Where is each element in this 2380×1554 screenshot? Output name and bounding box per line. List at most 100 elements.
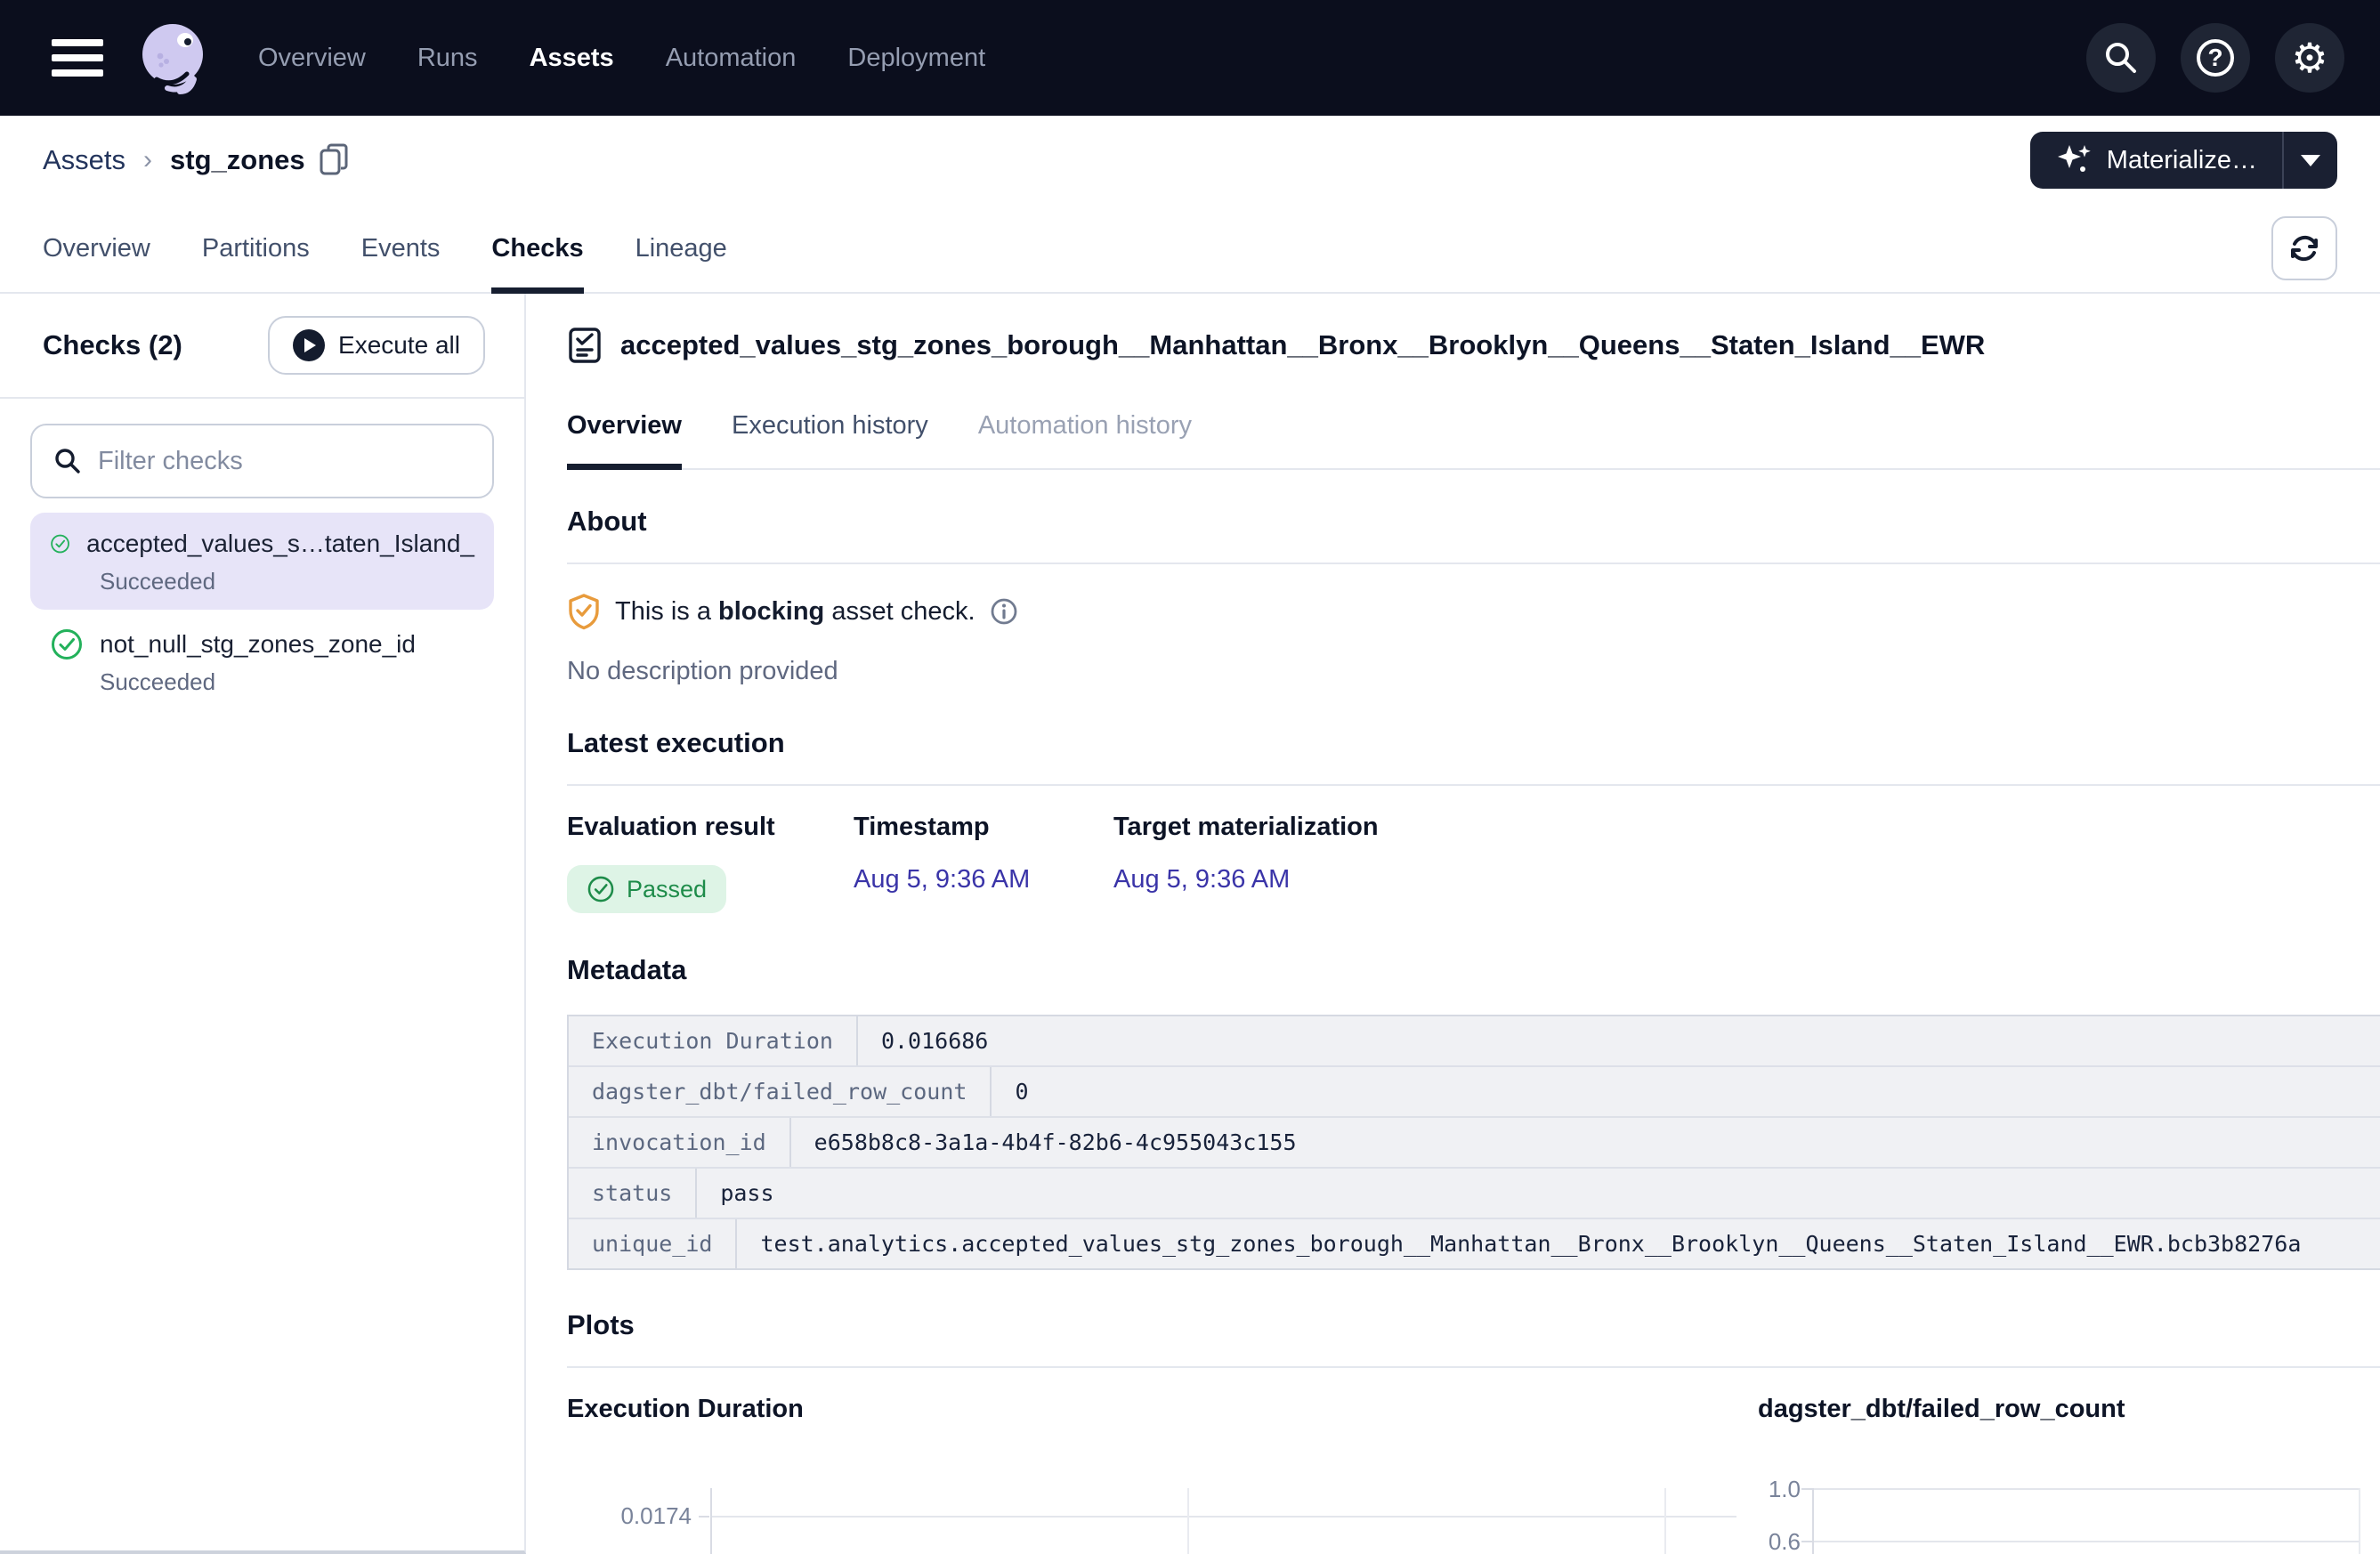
metadata-key: unique_id (569, 1219, 737, 1268)
tab-events[interactable]: Events (361, 205, 441, 292)
breadcrumb-separator: › (143, 145, 152, 175)
check-detail-panel: accepted_values_stg_zones_borough__Manha… (526, 294, 2380, 1554)
gridline (2359, 1488, 2360, 1554)
page-title: stg_zones (170, 144, 305, 176)
metadata-key: status (569, 1169, 697, 1218)
refresh-button[interactable] (2271, 216, 2337, 280)
check-list-item-not-null[interactable]: not_null_stg_zones_zone_id Succeeded (30, 613, 494, 710)
y-axis-tick-label: 1.0 (1736, 1476, 1801, 1503)
target-materialization-link[interactable]: Aug 5, 9:36 AM (1113, 865, 1290, 894)
checks-sidebar: Checks (2) Execute all (0, 294, 526, 1554)
shield-check-icon (567, 593, 601, 630)
info-icon[interactable] (990, 597, 1018, 626)
materialize-label: Materialize… (2107, 146, 2257, 175)
metadata-table: Execution Duration 0.016686 dagster_dbt/… (567, 1015, 2380, 1270)
metadata-value: test.analytics.accepted_values_stg_zones… (737, 1219, 2380, 1268)
top-nav: Overview Runs Assets Automation Deployme… (0, 0, 2380, 116)
check-name: accepted_values_s…taten_Island_ (86, 530, 474, 558)
dagster-logo-icon[interactable] (137, 20, 212, 95)
metadata-key: Execution Duration (569, 1016, 858, 1065)
check-circle-icon (50, 627, 84, 661)
check-name: not_null_stg_zones_zone_id (100, 630, 416, 659)
hamburger-menu-icon[interactable] (52, 39, 103, 77)
y-axis-line (1812, 1488, 1814, 1554)
copy-icon (320, 143, 350, 177)
tab-checks[interactable]: Checks (491, 205, 583, 292)
table-row: unique_id test.analytics.accepted_values… (569, 1219, 2380, 1268)
gridline (1814, 1541, 2360, 1542)
target-materialization-label: Target materialization (1113, 813, 2380, 842)
table-row: status pass (569, 1169, 2380, 1219)
nav-item-assets[interactable]: Assets (530, 44, 614, 73)
materialize-dropdown-button[interactable] (2284, 132, 2337, 189)
settings-button[interactable]: ⚙ (2275, 23, 2344, 93)
breadcrumb-assets-link[interactable]: Assets (43, 144, 125, 176)
check-circle-icon (50, 527, 70, 561)
tab-check-overview[interactable]: Overview (567, 406, 682, 468)
help-button[interactable]: ? (2181, 23, 2250, 93)
materialize-button[interactable]: Materialize… (2030, 132, 2337, 189)
gridline (1814, 1488, 2360, 1490)
blocking-note: This is a blocking asset check. (567, 593, 2380, 630)
evaluation-result-label: Evaluation result (567, 813, 854, 842)
help-icon: ? (2197, 39, 2234, 77)
chart-title: Execution Duration (567, 1395, 1736, 1424)
metadata-key: invocation_id (569, 1118, 791, 1167)
gridline (712, 1516, 1736, 1518)
search-icon (2101, 38, 2141, 77)
check-status: Succeeded (100, 568, 474, 595)
search-button[interactable] (2086, 23, 2156, 93)
tab-lineage[interactable]: Lineage (635, 205, 727, 292)
timestamp-link[interactable]: Aug 5, 9:36 AM (854, 865, 1030, 894)
nav-item-runs[interactable]: Runs (417, 44, 478, 73)
y-axis-tick-label: 0.0174 (567, 1502, 692, 1530)
execution-duration-chart: Execution Duration 0.0174 (567, 1395, 1736, 1554)
checks-count-heading: Checks (2) (43, 329, 182, 361)
gridline (1664, 1488, 1666, 1554)
latest-execution-heading: Latest execution (567, 727, 2380, 786)
filter-checks-input[interactable] (98, 447, 471, 476)
top-nav-items: Overview Runs Assets Automation Deployme… (258, 44, 985, 73)
failed-row-count-chart: dagster_dbt/failed_row_count 1.0 0.6 (1736, 1395, 2380, 1554)
y-axis-line (710, 1488, 712, 1554)
blocking-text-prefix: This is a (615, 597, 718, 626)
blocking-text-bold: blocking (718, 597, 824, 626)
plots-heading: Plots (567, 1309, 2380, 1368)
copy-button[interactable] (320, 143, 350, 177)
passed-badge: Passed (567, 865, 726, 913)
refresh-icon (2286, 230, 2323, 267)
metadata-value: 0 (992, 1067, 2380, 1116)
execute-all-button[interactable]: Execute all (268, 316, 485, 375)
nav-item-overview[interactable]: Overview (258, 44, 366, 73)
y-axis-tick-label: 0.6 (1736, 1528, 1801, 1554)
tab-execution-history[interactable]: Execution history (732, 406, 928, 468)
table-row: invocation_id e658b8c8-3a1a-4b4f-82b6-4c… (569, 1118, 2380, 1169)
asset-tabs-row: Overview Partitions Events Checks Lineag… (0, 205, 2380, 294)
timestamp-label: Timestamp (854, 813, 1113, 842)
nav-item-automation[interactable]: Automation (666, 44, 797, 73)
chart-title: dagster_dbt/failed_row_count (1736, 1395, 2380, 1424)
check-list-item-accepted-values[interactable]: accepted_values_s…taten_Island_ Succeede… (30, 513, 494, 610)
metadata-key: dagster_dbt/failed_row_count (569, 1067, 992, 1116)
tab-automation-history[interactable]: Automation history (978, 406, 1192, 468)
passed-label: Passed (627, 876, 707, 903)
table-row: Execution Duration 0.016686 (569, 1016, 2380, 1067)
check-title: accepted_values_stg_zones_borough__Manha… (620, 329, 1985, 361)
about-heading: About (567, 506, 2380, 564)
gridline (1187, 1488, 1189, 1554)
breadcrumb-row: Assets › stg_zones Materialize… (0, 116, 2380, 205)
blocking-text-suffix: asset check. (824, 597, 975, 626)
check-status: Succeeded (100, 668, 474, 696)
tab-overview[interactable]: Overview (43, 205, 150, 292)
play-icon (293, 329, 325, 361)
filter-checks-box (30, 424, 494, 498)
metadata-value: 0.016686 (858, 1016, 2380, 1065)
check-detail-tabs: Overview Execution history Automation hi… (567, 406, 2380, 470)
nav-item-deployment[interactable]: Deployment (847, 44, 985, 73)
check-circle-icon (587, 875, 615, 903)
tab-partitions[interactable]: Partitions (202, 205, 310, 292)
table-row: dagster_dbt/failed_row_count 0 (569, 1067, 2380, 1118)
metadata-value: e658b8c8-3a1a-4b4f-82b6-4c955043c155 (791, 1118, 2380, 1167)
chevron-down-icon (2301, 155, 2320, 166)
metadata-heading: Metadata (567, 954, 2380, 986)
